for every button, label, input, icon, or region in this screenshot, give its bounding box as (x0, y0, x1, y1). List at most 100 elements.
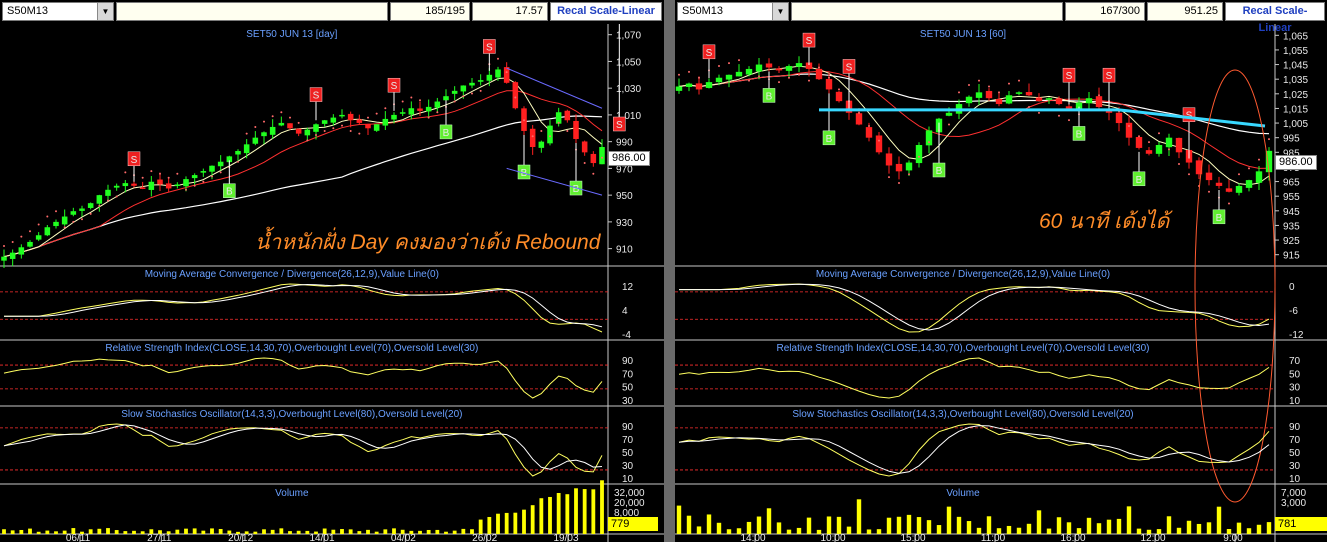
candle-body (795, 63, 803, 67)
volume-bar (866, 529, 872, 534)
sar-dot (1248, 167, 1250, 170)
volume-bar (600, 480, 604, 534)
sar-dot (29, 230, 31, 233)
volume-bar (565, 494, 570, 534)
sar-dot (332, 127, 335, 130)
sar-dot (788, 76, 790, 79)
volume-bar (1266, 522, 1272, 534)
recal-scale-button[interactable]: Recal Scale-Linear (1225, 2, 1325, 34)
channel-lower-line (506, 167, 603, 196)
buy-signal-label: B (826, 134, 833, 145)
sar-dot (72, 220, 75, 223)
sar-dot (1038, 111, 1040, 114)
volume-bar (846, 526, 852, 534)
buy-signal-label: B (443, 128, 450, 139)
sar-dot (375, 112, 378, 115)
sar-dot (497, 57, 499, 60)
volume-bar (876, 529, 882, 534)
chart-annotation: น้ำหนักฝั่ง Day คงมองว่าเด้ง Rebound (255, 231, 601, 254)
panel-divider[interactable] (664, 0, 675, 542)
sar-dot (167, 176, 170, 179)
macd-tick-label: -4 (622, 330, 631, 341)
chart-canvas[interactable]: 1,065 1,055 1,045 1,035 1,025 1,015 1,005 995 98… (675, 24, 1327, 542)
sell-signal-label: S (131, 155, 138, 166)
chevron-down-icon[interactable]: ▼ (772, 3, 788, 20)
candle-body (915, 145, 923, 164)
date-tick-label: 12:00 (1140, 533, 1165, 542)
price-tick-label: 1,045 (1283, 61, 1308, 72)
candle-body (382, 118, 389, 126)
candle-body (875, 135, 883, 153)
sar-dot (1178, 163, 1180, 166)
candle-body (330, 117, 337, 123)
date-tick-label: 27/11 (147, 533, 172, 542)
candle-body (1235, 185, 1243, 193)
candle-body (486, 74, 493, 81)
sar-dot (185, 188, 187, 191)
price-marker: 986.00 (1275, 155, 1317, 170)
candle-body (408, 108, 415, 115)
symbol-selector[interactable]: S50M13 ▼ (677, 2, 789, 21)
candle-body (1035, 97, 1043, 102)
volume-bar (574, 488, 578, 534)
volume-bar (539, 498, 544, 534)
volume-bar (696, 526, 702, 534)
volume-bar (836, 516, 842, 534)
candle-body (538, 141, 545, 148)
symbol-selector[interactable]: S50M13 ▼ (2, 2, 114, 21)
rsi-panel-title: Relative Strength Index(CLOSE,14,30,70),… (777, 343, 1150, 354)
date-tick-label: 14/01 (309, 533, 334, 542)
volume-bar (2, 529, 6, 534)
candle-body (425, 106, 432, 112)
candle-body (1255, 171, 1263, 183)
volume-bar (786, 529, 792, 534)
sar-dot (297, 121, 300, 124)
candle-body (122, 183, 129, 187)
chevron-down-icon[interactable]: ▼ (97, 3, 113, 20)
candle-body (105, 189, 111, 196)
candle-body (1065, 106, 1073, 109)
recal-scale-button[interactable]: Recal Scale-Linear (550, 2, 662, 21)
blank-field (791, 2, 1063, 21)
volume-bar (478, 519, 483, 534)
buy-signal-label: B (766, 91, 773, 102)
volume-bar (270, 529, 275, 534)
sar-dot (1028, 105, 1030, 108)
candle-body (1155, 145, 1163, 154)
candle-body (174, 184, 181, 186)
sar-dot (55, 210, 57, 213)
volume-bar (210, 528, 214, 534)
chart-canvas[interactable]: 1,0701,0501,0301,010990970950930910SET50… (0, 24, 664, 542)
volume-bar (28, 528, 32, 534)
candle-body (1, 256, 7, 261)
volume-bar (106, 528, 110, 534)
candle-body (995, 99, 1003, 105)
sar-dot (37, 223, 40, 226)
price-tick-label: 955 (1283, 192, 1300, 203)
date-tick-label: 04/02 (391, 533, 416, 542)
sar-dot (107, 199, 109, 202)
sar-dot (505, 71, 508, 74)
sar-dot (219, 171, 222, 174)
volume-bar (418, 530, 422, 534)
macd-tick-label: 12 (622, 282, 634, 293)
sar-dot (1098, 94, 1100, 97)
sar-dot (315, 133, 317, 136)
volume-bar (452, 530, 457, 534)
sar-dot (1128, 124, 1130, 127)
volume-bar (776, 522, 782, 534)
candle-body (945, 112, 953, 116)
volume-bar (582, 489, 587, 534)
date-tick-label: 26/02 (472, 533, 497, 542)
chart-panel-daily[interactable]: S50M13 ▼ 185/195 17.57 Recal Scale-Linea… (0, 0, 664, 542)
volume-bar (175, 529, 180, 534)
volume-tick-label: 3,000 (1281, 498, 1306, 509)
candle-body (399, 112, 406, 114)
price-tick-label: 970 (616, 164, 633, 175)
volume-bar (1036, 510, 1042, 534)
sar-dot (1258, 158, 1260, 161)
chart-panel-hourly[interactable]: S50M13 ▼ 167/300 951.25 Recal Scale-Line… (675, 0, 1327, 542)
moving-average-long (678, 73, 1270, 135)
rsi-line (3, 357, 603, 399)
stoch-tick-label: 30 (1289, 461, 1301, 472)
